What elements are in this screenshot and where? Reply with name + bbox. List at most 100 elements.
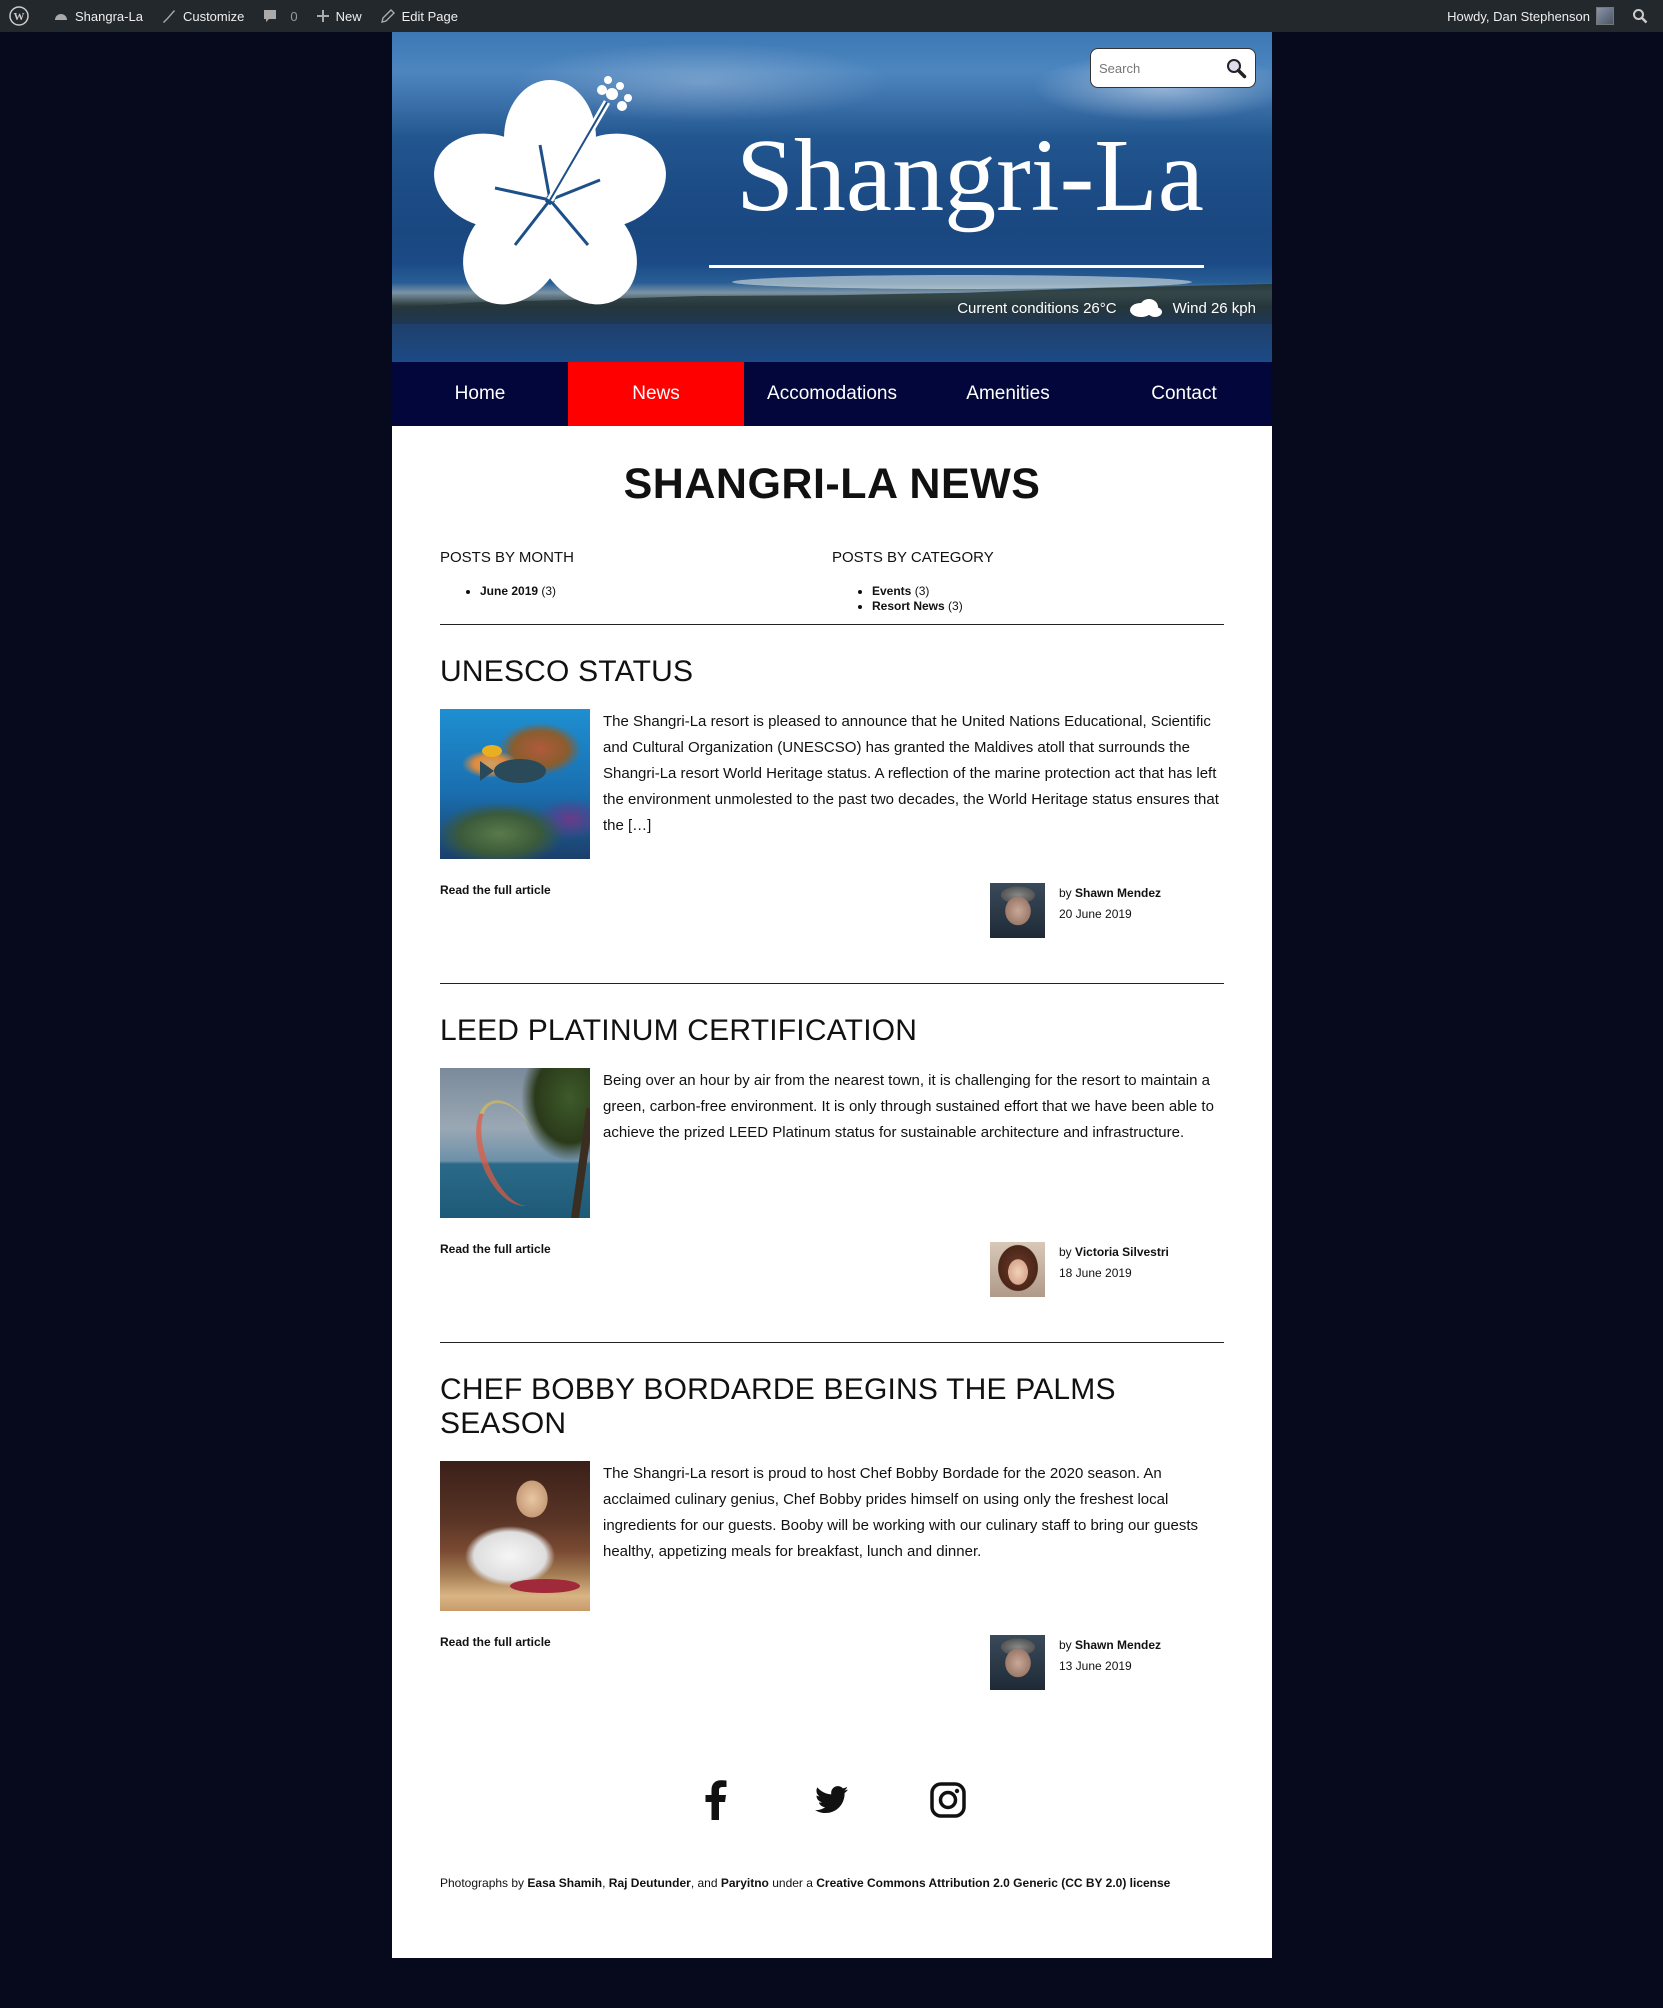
search-box[interactable]: [1090, 48, 1256, 88]
credit-link[interactable]: Paryitno: [721, 1876, 769, 1890]
weather-conditions: Current conditions 26°C: [957, 299, 1117, 317]
search-icon[interactable]: [1225, 57, 1247, 79]
comments-count: 0: [290, 8, 298, 24]
post-title[interactable]: UNESCO STATUS: [440, 655, 1224, 689]
admin-new-label: New: [335, 8, 362, 24]
nav-item-amenities[interactable]: Amenities: [920, 362, 1096, 426]
post-author: by Shawn Mendez 13 June 2019: [990, 1635, 1161, 1690]
svg-text:W: W: [14, 11, 25, 23]
main-navigation: Home News Accomodations Amenities Contac…: [392, 362, 1272, 426]
credit-link[interactable]: Raj Deutunder: [609, 1876, 691, 1890]
admin-customize-link[interactable]: Customize: [152, 0, 253, 32]
admin-edit-page-link[interactable]: Edit Page: [371, 0, 467, 32]
posts-by-category-title: POSTS BY CATEGORY: [832, 549, 994, 566]
category-count: (3): [948, 599, 963, 613]
rainbow-image: [462, 1091, 558, 1215]
post-date: 13 June 2019: [1059, 1659, 1132, 1673]
dashboard-icon: [55, 14, 67, 20]
social-links: [392, 1777, 1272, 1823]
post-excerpt: Being over an hour by air from the neare…: [603, 1072, 1214, 1141]
author-meta: by Shawn Mendez 20 June 2019: [1059, 883, 1161, 938]
category-link-events[interactable]: Events: [872, 584, 911, 598]
month-list: June 2019 (3): [480, 584, 832, 599]
post-excerpt: The Shangri-La resort is pleased to anno…: [603, 713, 1219, 834]
post-article: UNESCO STATUS The Shangri-La resort is p…: [440, 625, 1224, 984]
category-list-item: Events (3): [872, 584, 1224, 599]
credits-separator: , and: [690, 1876, 718, 1890]
month-link[interactable]: June 2019: [480, 584, 538, 598]
nav-item-home[interactable]: Home: [392, 362, 568, 426]
instagram-icon[interactable]: [925, 1777, 971, 1823]
author-name[interactable]: Shawn Mendez: [1075, 1638, 1161, 1652]
facebook-icon[interactable]: [693, 1777, 739, 1823]
post-excerpt: The Shangri-La resort is proud to host C…: [603, 1465, 1199, 1560]
license-link[interactable]: Creative Commons Attribution 2.0 Generic…: [816, 1876, 1170, 1890]
post-footer: Read the full article by Victoria Silves…: [440, 1218, 1224, 1342]
read-more-link[interactable]: Read the full article: [440, 1242, 551, 1256]
post-article: CHEF BOBBY BORDARDE BEGINS THE PALMS SEA…: [440, 1343, 1224, 1735]
post-body: The Shangri-La resort is pleased to anno…: [440, 709, 1224, 859]
palm-image: [569, 1108, 590, 1218]
wordpress-logo-icon[interactable]: W: [0, 0, 44, 32]
admin-comments-link[interactable]: 0: [253, 0, 306, 32]
avatar[interactable]: [990, 1242, 1045, 1297]
by-label: by: [1059, 1245, 1072, 1259]
credits-prefix: Photographs by: [440, 1876, 525, 1890]
comment-icon: [264, 10, 277, 22]
by-label: by: [1059, 1638, 1072, 1652]
read-more-link[interactable]: Read the full article: [440, 883, 551, 897]
admin-account-menu[interactable]: Howdy, Dan Stephenson: [1438, 0, 1623, 32]
credits-text: under a: [772, 1876, 813, 1890]
post-title[interactable]: CHEF BOBBY BORDARDE BEGINS THE PALMS SEA…: [440, 1373, 1224, 1441]
month-list-item: June 2019 (3): [480, 584, 832, 599]
post-footer: Read the full article by Shawn Mendez 13…: [440, 1611, 1224, 1735]
category-count: (3): [914, 584, 930, 598]
post-thumbnail[interactable]: [440, 1068, 590, 1218]
site-title[interactable]: Shangri-La: [710, 124, 1230, 228]
avatar[interactable]: [990, 883, 1045, 938]
admin-avatar: [1596, 7, 1614, 25]
hibiscus-logo-icon[interactable]: [432, 72, 682, 322]
posts-by-category: POSTS BY CATEGORY Events (3) Resort News…: [832, 549, 1224, 614]
post-thumbnail[interactable]: [440, 1461, 590, 1611]
fish-image: [480, 745, 546, 783]
admin-howdy: Howdy, Dan Stephenson: [1447, 8, 1590, 24]
credits-separator: ,: [602, 1876, 606, 1890]
post-article: LEED PLATINUM CERTIFICATION Being over a…: [440, 984, 1224, 1343]
author-name[interactable]: Victoria Silvestri: [1075, 1245, 1169, 1259]
cloud-icon: [1129, 299, 1162, 317]
weather-widget: Current conditions 26°C Wind 26 kph: [957, 298, 1256, 318]
post-title[interactable]: LEED PLATINUM CERTIFICATION: [440, 1014, 1224, 1048]
category-list-item: Resort News (3): [872, 599, 1224, 614]
category-list: Events (3) Resort News (3): [872, 584, 1224, 614]
main-content: SHANGRI-LA NEWS POSTS BY MONTH June 2019…: [392, 460, 1272, 1735]
nav-item-news[interactable]: News: [568, 362, 744, 426]
post-author: by Victoria Silvestri 18 June 2019: [990, 1242, 1169, 1297]
post-date: 18 June 2019: [1059, 1266, 1132, 1280]
credit-link[interactable]: Easa Shamih: [527, 1876, 602, 1890]
post-date: 20 June 2019: [1059, 907, 1132, 921]
read-more-link[interactable]: Read the full article: [440, 1635, 551, 1649]
brush-icon: [162, 10, 175, 23]
nav-item-accomodations[interactable]: Accomodations: [744, 362, 920, 426]
search-input[interactable]: [1099, 60, 1217, 76]
header-beach: [732, 275, 1192, 289]
title-underline: [709, 265, 1204, 268]
post-footer: Read the full article by Shawn Mendez 20…: [440, 859, 1224, 983]
plus-icon: [316, 10, 329, 22]
twitter-icon[interactable]: [809, 1777, 855, 1823]
post-thumbnail[interactable]: [440, 709, 590, 859]
post-author: by Shawn Mendez 20 June 2019: [990, 883, 1161, 938]
month-count: (3): [541, 584, 557, 598]
nav-item-contact[interactable]: Contact: [1096, 362, 1272, 426]
post-body: The Shangri-La resort is proud to host C…: [440, 1461, 1224, 1611]
avatar[interactable]: [990, 1635, 1045, 1690]
author-name[interactable]: Shawn Mendez: [1075, 886, 1161, 900]
archives-section: POSTS BY MONTH June 2019 (3) POSTS BY CA…: [440, 549, 1224, 614]
admin-site-link[interactable]: Shangra-La: [44, 0, 152, 32]
category-link-resort-news[interactable]: Resort News: [872, 599, 945, 613]
admin-new-link[interactable]: New: [307, 0, 371, 32]
admin-bar: W Shangra-La Customize 0 New Edit Page H…: [0, 0, 1663, 32]
page-container: Shangri-La Current conditions 26°C Wind …: [392, 32, 1272, 1958]
admin-search-icon[interactable]: [1623, 0, 1663, 32]
